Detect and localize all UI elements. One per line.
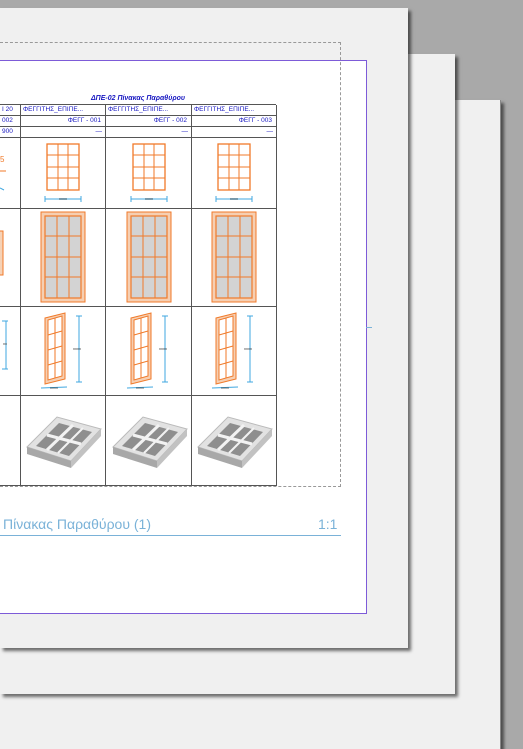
header-row: I 20 ΦΕΓΓΙΤΗΣ_ΕΠΙΠΕ... ΦΕΓΓΙΤΗΣ_ΕΠΙΠΕ...… [0,105,277,116]
svg-text:xxxx: xxxx [136,385,144,390]
svg-text:xxxx: xxxx [159,346,167,351]
schedule-title: ΔΠΕ-02 Πίνακας Παραθύρου [90,95,185,102]
title-line [0,535,341,536]
svg-text:xx: xx [3,341,7,346]
partial-render-cell [0,396,20,485]
partial-axonometric-cell: xx [0,307,20,395]
svg-text:xxxx: xxxx [221,385,229,390]
window-elevation-icon: xxxx [191,138,277,208]
window-3d-render-icon [191,396,277,485]
svg-text:xxxx: xxxx [145,196,153,201]
elevation-row: 5 xxxx xxxx xxxx [0,138,277,209]
value-cell-3: — [191,127,277,137]
partial-header-cell: I 20 [2,106,13,113]
section-row [0,209,277,307]
id-row: 002 ΦΕΓΓ - 001 ΦΕΓΓ - 002 ΦΕΓΓ - 003 [0,116,277,127]
window-section-icon [105,209,191,306]
window-axonometric-icon: xxxx xxxx [20,307,105,395]
value-cell-2: — [105,127,191,137]
window-section-icon [191,209,277,306]
render-row [0,396,277,486]
window-section-icon [20,209,105,306]
column-header-1: ΦΕΓΓΙΤΗΣ_ΕΠΙΠΕ... [20,105,105,115]
partial-elevation-cell: 5 [0,138,20,208]
partial-id-cell: 002 [2,117,13,124]
window-id-1: ΦΕΓΓ - 001 [20,116,105,126]
window-id-3: ΦΕΓΓ - 003 [191,116,277,126]
window-elevation-icon: xxxx [20,138,105,208]
page-edge-marker [366,327,372,328]
svg-text:xxxx: xxxx [230,196,238,201]
axonometric-row: xx xxxx xxxx xxxx xxxx xxxx xxxx [0,307,277,396]
size-row: 900 — — — [0,127,277,138]
value-cell-1: — [20,127,105,137]
window-axonometric-icon: xxxx xxxx [105,307,191,395]
window-id-2: ΦΕΓΓ - 002 [105,116,191,126]
svg-text:xxxx: xxxx [50,385,58,390]
window-3d-render-icon [20,396,105,485]
partial-section-cell [0,209,20,306]
partial-size-cell: 900 [2,128,13,135]
drawing-title: Πίνακας Παραθύρου (1) [3,516,151,532]
svg-text:xxxx: xxxx [73,346,81,351]
window-elevation-icon: xxxx [105,138,191,208]
svg-text:xxxx: xxxx [59,196,67,201]
window-3d-render-icon [105,396,191,485]
column-header-2: ΦΕΓΓΙΤΗΣ_ΕΠΙΠΕ... [105,105,191,115]
drawing-scale: 1:1 [318,516,338,532]
svg-text:xxxx: xxxx [244,346,252,351]
column-header-3: ΦΕΓΓΙΤΗΣ_ΕΠΙΠΕ... [191,105,277,115]
window-axonometric-icon: xxxx xxxx [191,307,277,395]
